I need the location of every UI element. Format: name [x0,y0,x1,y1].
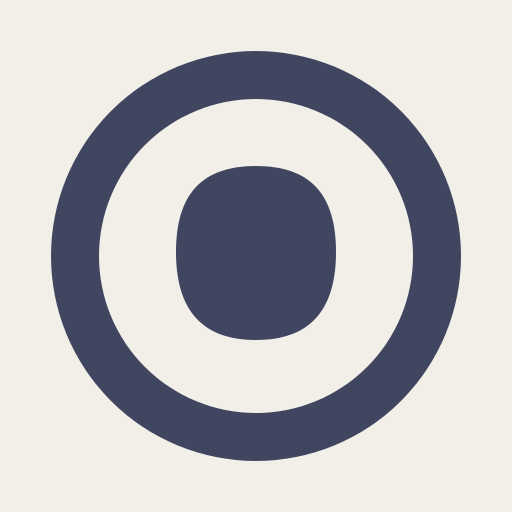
target-icon [0,0,512,512]
center-shape [176,166,336,340]
app-icon [0,0,512,512]
